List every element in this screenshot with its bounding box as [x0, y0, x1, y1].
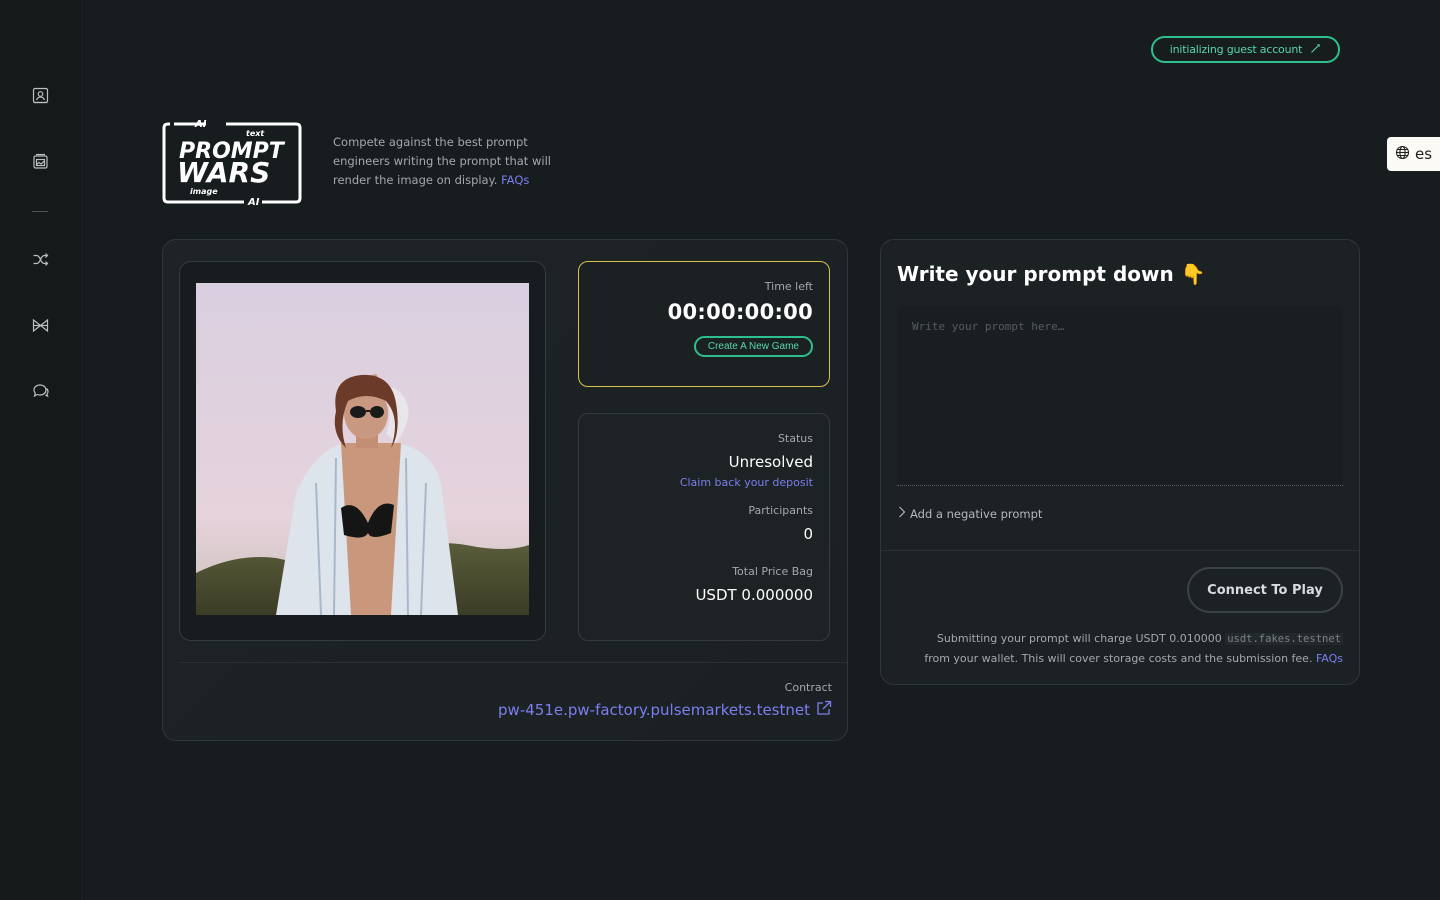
- game-card-divider: [179, 662, 847, 663]
- negative-prompt-toggle[interactable]: Add a negative prompt: [897, 506, 1042, 521]
- prompt-card-divider: [881, 550, 1359, 551]
- time-left-value: 00:00:00:00: [667, 300, 813, 324]
- prompt-title: Write your prompt down 👇: [897, 262, 1206, 286]
- wand-icon: [1310, 43, 1321, 57]
- contact-card-icon[interactable]: [31, 86, 49, 104]
- intro-text: Compete against the best prompt engineer…: [333, 133, 583, 190]
- sidebar-divider: [32, 211, 48, 212]
- chat-bubbles-icon[interactable]: [31, 381, 49, 399]
- contract-address: pw-451e.pw-factory.pulsemarkets.testnet: [498, 701, 810, 719]
- logo-image-tag: image: [190, 187, 218, 196]
- prompt-wars-logo: AI text PROMPT WARS image AI: [162, 118, 302, 208]
- fee-note: Submitting your prompt will charge USDT …: [883, 629, 1343, 669]
- chevron-right-icon: [897, 506, 906, 521]
- logo-ai-top: AI: [194, 119, 207, 130]
- status-card: Status Unresolved Claim back your deposi…: [578, 413, 830, 641]
- language-selector[interactable]: es: [1387, 137, 1440, 171]
- participants-value: 0: [803, 525, 813, 543]
- status-label: Status: [777, 432, 813, 445]
- fee-text-1: Submitting your prompt will charge USDT …: [936, 632, 1222, 645]
- status-value: Unresolved: [728, 453, 813, 471]
- price-bag-value: USDT 0.000000: [695, 586, 813, 604]
- price-bag-label: Total Price Bag: [732, 565, 813, 578]
- negative-prompt-label: Add a negative prompt: [910, 506, 1043, 521]
- intro-faqs-link[interactable]: FAQs: [501, 173, 529, 187]
- guest-account-label: initializing guest account: [1169, 43, 1303, 56]
- language-code: es: [1415, 145, 1433, 163]
- logo-ai-bottom: AI: [247, 197, 260, 208]
- fee-faqs-link[interactable]: FAQs: [1316, 652, 1343, 665]
- external-link-icon: [816, 700, 832, 720]
- participants-label: Participants: [748, 504, 813, 517]
- photo-gallery-icon[interactable]: [31, 152, 49, 170]
- prompt-input[interactable]: [897, 306, 1343, 486]
- bowtie-icon[interactable]: [31, 316, 49, 334]
- contract-label: Contract: [784, 681, 832, 694]
- globe-icon: [1395, 145, 1410, 164]
- time-left-label: Time left: [764, 280, 813, 293]
- logo-text-tag: text: [246, 129, 265, 138]
- logo-wars: WARS: [177, 156, 270, 189]
- fee-token: usdt.fakes.testnet: [1225, 633, 1343, 645]
- create-new-game-button[interactable]: Create A New Game: [693, 336, 813, 357]
- sidebar: [0, 0, 82, 900]
- timer-card: Time left 00:00:00:00 Create A New Game: [578, 261, 830, 387]
- shuffle-icon[interactable]: [31, 250, 49, 268]
- target-image: [196, 283, 529, 615]
- fee-text-2: from your wallet. This will cover storag…: [924, 652, 1313, 665]
- claim-deposit-link[interactable]: Claim back your deposit: [595, 476, 813, 489]
- contract-link[interactable]: pw-451e.pw-factory.pulsemarkets.testnet: [498, 700, 832, 720]
- guest-account-status[interactable]: initializing guest account: [1151, 36, 1340, 63]
- connect-to-play-button[interactable]: Connect To Play: [1187, 567, 1343, 613]
